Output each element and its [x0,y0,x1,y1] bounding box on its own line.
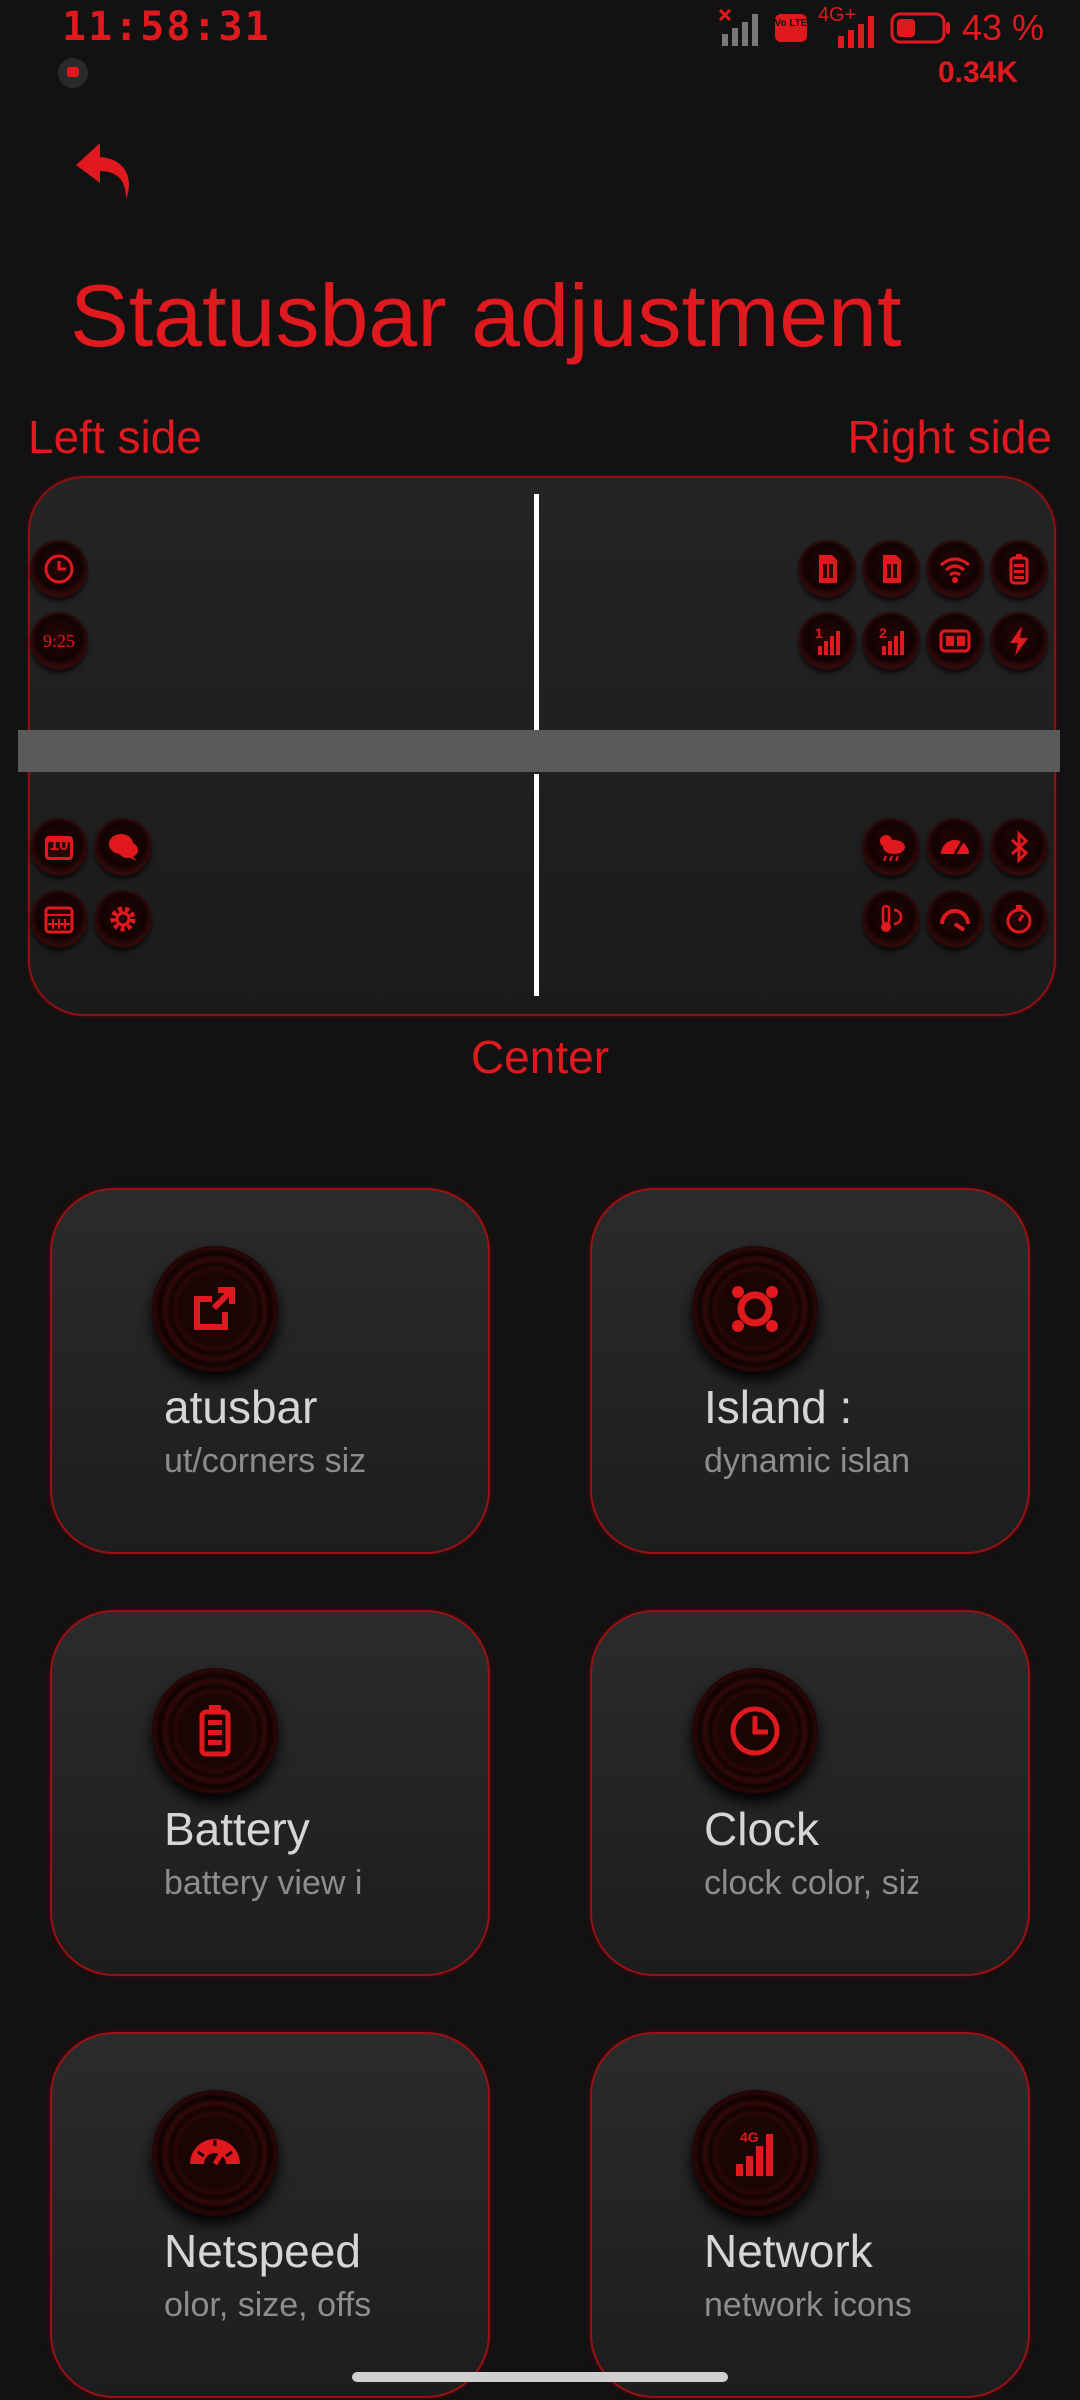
svg-text:2: 2 [879,625,887,641]
card-battery[interactable]: Battery battery view i [50,1610,490,1976]
card-title: Netspeed [164,2225,361,2277]
share-box-icon [152,1246,278,1372]
speedometer-icon [152,2090,278,2216]
preview-signal-2-icon[interactable]: 2 [864,614,918,668]
signal-4g-icon: 4G+ [818,4,880,48]
volte-text: Vo LTE [774,18,807,29]
card-title: : Island [704,1381,853,1433]
preview-text-clock-icon[interactable]: 9:25 [32,614,86,668]
center-label: Center [470,1031,610,1083]
preview-bluetooth-icon[interactable] [992,820,1046,874]
battery-percent: 43 % [961,7,1044,48]
dynamic-island-icon [692,1246,818,1372]
network-signal-icon: 4G [692,2090,818,2216]
preview-calendar-grid-icon[interactable] [32,892,86,946]
battery-icon [152,1668,278,1794]
calendar-date-value: 10 [49,835,69,854]
network-badge: 4G [740,2129,759,2145]
card-title: Battery [164,1803,310,1855]
preview-divider-band[interactable] [18,730,1060,772]
page-title: Statusbar adjustment [70,266,902,365]
card-title: Clock [704,1803,820,1855]
center-divider-top [534,494,539,732]
back-button[interactable] [70,135,140,205]
svg-text:1: 1 [815,625,823,641]
screen-record-icon [58,58,88,88]
preview-charging-icon[interactable] [992,614,1046,668]
preview-calendar-icon[interactable]: 10 [32,820,86,874]
preview-weather-icon[interactable] [864,820,918,874]
preview-clock-icon[interactable] [32,542,86,596]
card-title: Network [704,2225,873,2277]
right-side-label: Right side [847,411,1052,463]
preview-chat-icon[interactable] [96,820,150,874]
home-indicator[interactable] [352,2372,728,2382]
text-clock-value: 9:25 [42,630,75,651]
preview-wifi-icon[interactable] [928,542,982,596]
card-subtitle: dynamic islan [704,1442,910,1480]
preview-gauge-icon[interactable] [928,892,982,946]
back-arrow-icon [76,143,129,199]
card-network[interactable]: 4G Network network icons [590,2032,1030,2398]
card-subtitle: ut/corners siz [164,1442,367,1480]
preview-sim-2-icon[interactable] [864,542,918,596]
card-subtitle: battery view i [164,1864,363,1902]
card-subtitle: network icons [704,2286,912,2324]
clock-icon [692,1668,818,1794]
preview-speedometer-icon[interactable] [928,820,982,874]
card-netspeed[interactable]: Netspeed olor, size, offs [50,2032,490,2398]
preview-battery-icon[interactable] [992,542,1046,596]
card-subtitle: clock color, siz [704,1864,918,1902]
preview-signal-1-icon[interactable]: 1 [800,614,854,668]
battery-status-icon [890,12,950,44]
volte-icon: Vo LTE [774,14,808,42]
status-icons: Vo LTE 4G+ 43 % [718,4,1044,52]
card-title: atusbar [164,1381,318,1433]
preview-settings-gear-icon[interactable] [96,892,150,946]
card-statusbar[interactable]: atusbar ut/corners siz [50,1188,490,1554]
card-subtitle: olor, size, offs [164,2286,372,2324]
preview-temperature-icon[interactable] [864,892,918,946]
center-divider-bottom [534,774,539,996]
card-clock[interactable]: Clock clock color, siz [590,1610,1030,1976]
signal-no-sim-icon [718,8,758,46]
card-dynamic-island[interactable]: : Island dynamic islan [590,1188,1030,1554]
net-speed: 0.34K [937,56,1018,89]
preview-sim-1-icon[interactable] [800,542,854,596]
preview-wifi-calling-icon[interactable] [928,614,982,668]
preview-timer-icon[interactable] [992,892,1046,946]
status-time: 11:58:31 [62,4,271,50]
left-side-label: Left side [28,411,202,463]
